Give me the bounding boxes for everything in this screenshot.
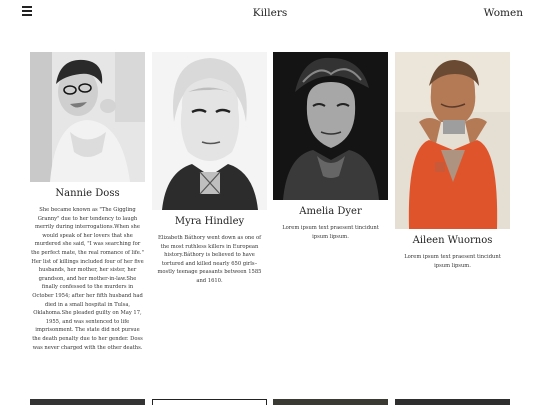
killer-card: Amelia Dyer Lorem ipsum text praesent ti… <box>273 52 388 241</box>
killer-name: Myra Hindley <box>174 216 245 227</box>
killer-card: Nannie Doss She became known as "The Gig… <box>30 52 145 352</box>
killer-photo <box>152 52 267 210</box>
killer-photo-thumbnail <box>273 399 388 405</box>
killer-photo-thumbnail <box>30 399 145 405</box>
killer-bio: She became known as "The Giggling Granny… <box>31 207 144 351</box>
killer-bio: Lorem ipsum text praesent tincidunt ipsu… <box>404 254 501 269</box>
killer-name: Nannie Doss <box>55 188 120 199</box>
killer-photo-thumbnail <box>152 399 267 405</box>
nav-link-women[interactable]: Women <box>484 7 523 19</box>
killer-photo <box>395 52 510 229</box>
killer-bio: Elizabeth Báthory went down as one of th… <box>157 235 262 284</box>
killer-card: Myra Hindley Elizabeth Báthory went down… <box>152 52 267 286</box>
killer-bio: Lorem ipsum text praesent tincidunt ipsu… <box>282 225 379 240</box>
killer-photo-thumbnail <box>395 399 510 405</box>
site-title: Killers <box>252 7 288 19</box>
killer-name: Amelia Dyer <box>299 206 362 217</box>
killer-photo <box>273 52 388 200</box>
killer-name: Aileen Wuornos <box>412 235 493 246</box>
top-bar: Killers Women <box>0 0 540 28</box>
killer-card: Aileen Wuornos Lorem ipsum text praesent… <box>395 52 510 270</box>
killer-photo <box>30 52 145 182</box>
